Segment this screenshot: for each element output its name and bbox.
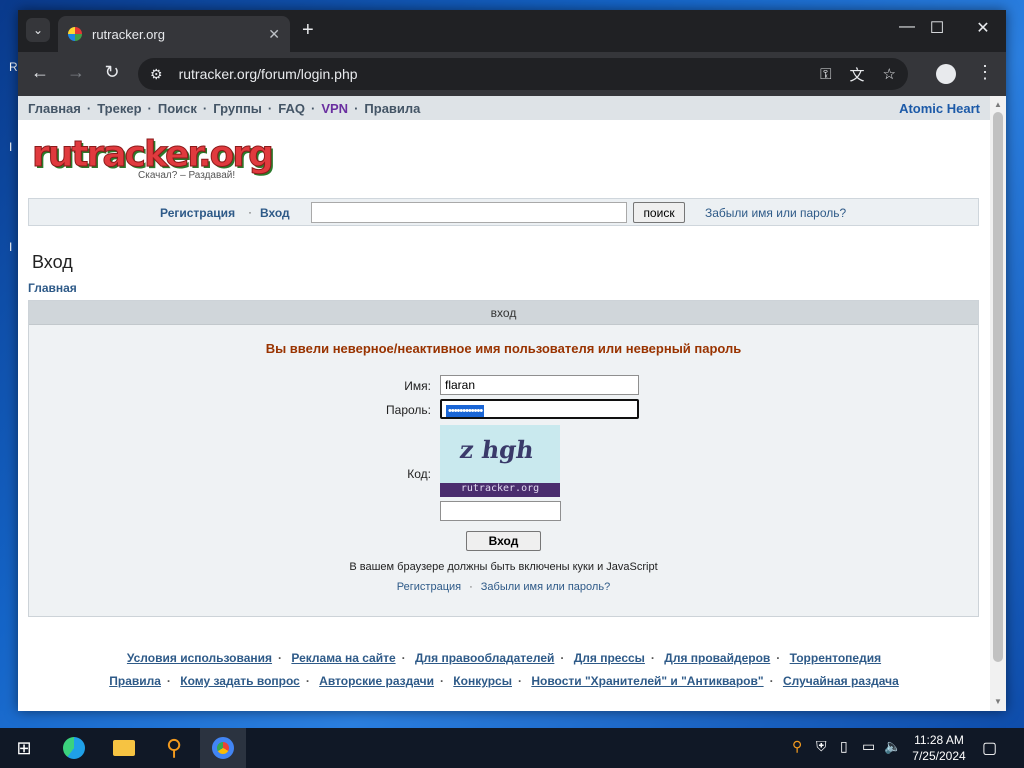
back-icon[interactable]: ← xyxy=(28,62,52,83)
browser-toolbar: ← → ↻ ⚙ rutracker.org/forum/login.php ⚿ … xyxy=(18,52,1006,96)
username-label: Имя: xyxy=(404,379,431,393)
footer-link[interactable]: Реклама на сайте xyxy=(291,651,395,665)
taskbar: ⊞ ⚲ ⚲ ⛨ ▯ ▭ 🔈 11:28 AM 7/25/2024 ▢ xyxy=(0,728,1024,768)
page-scrollbar[interactable]: ▲ ▼ xyxy=(990,96,1006,711)
username-field[interactable]: flaran xyxy=(440,375,639,395)
edge-icon[interactable] xyxy=(60,734,88,762)
favicon-icon xyxy=(68,27,82,41)
footer-link[interactable]: Случайная раздача xyxy=(783,674,899,688)
scroll-thumb[interactable] xyxy=(993,112,1003,662)
register-link[interactable]: Регистрация xyxy=(160,206,235,220)
footer-row-2: Правила · Кому задать вопрос · Авторские р… xyxy=(109,674,899,688)
tab-search-icon[interactable]: ⌄ xyxy=(26,18,50,42)
address-bar[interactable]: ⚙ rutracker.org/forum/login.php ⚿ 文 ☆ xyxy=(138,58,908,90)
desktop-glyph: I xyxy=(9,240,13,254)
volume-icon[interactable]: 🔈 xyxy=(884,738,901,755)
search-tray-icon[interactable]: ⚲ xyxy=(792,738,802,755)
cookies-note: В вашем браузере должны быть включены ку… xyxy=(349,561,658,573)
menu-icon[interactable]: ⋮ xyxy=(976,62,994,83)
nav-groups[interactable]: Группы xyxy=(213,101,262,116)
register-link[interactable]: Регистрация xyxy=(397,581,461,593)
nav-atomic-heart[interactable]: Atomic Heart xyxy=(899,101,980,116)
footer-row-1: Условия использования · Реклама на сайте ·… xyxy=(126,651,882,665)
top-navigation: Главная · Трекер · Поиск · Группы · FAQ · VPN… xyxy=(18,96,990,120)
separator: · xyxy=(248,205,252,219)
nav-search[interactable]: Поиск xyxy=(158,101,197,116)
breadcrumb[interactable]: Главная xyxy=(28,281,77,295)
site-logo[interactable]: rutracker.org Скачал? – Раздавай! xyxy=(32,134,275,184)
login-bottom-links: Регистрация · Забыли имя или пароль? xyxy=(396,581,611,593)
network-icon[interactable]: ▭ xyxy=(862,738,875,755)
page-content: Главная · Трекер · Поиск · Группы · FAQ · VPN… xyxy=(18,96,1006,711)
captcha-image: z hgh rutracker.org xyxy=(440,425,560,497)
code-label: Код: xyxy=(407,467,431,481)
maximize-icon[interactable]: ☐ xyxy=(922,18,952,38)
nav-vpn[interactable]: VPN xyxy=(321,101,348,116)
nav-tracker[interactable]: Трекер xyxy=(97,101,141,116)
file-explorer-icon[interactable] xyxy=(110,734,138,762)
footer-link[interactable]: Авторские раздачи xyxy=(319,674,434,688)
footer-link[interactable]: Условия использования xyxy=(127,651,272,665)
search-button[interactable]: поиск xyxy=(633,202,685,223)
translate-icon[interactable]: 文 xyxy=(850,64,865,85)
forward-icon[interactable]: → xyxy=(64,62,88,83)
url-text[interactable]: rutracker.org/forum/login.php xyxy=(179,66,803,82)
search-app-icon[interactable]: ⚲ xyxy=(160,734,188,762)
clock-time: 11:28 AM xyxy=(914,733,964,747)
browser-tab[interactable]: rutracker.org ✕ xyxy=(58,16,290,52)
tab-title: rutracker.org xyxy=(92,26,165,42)
page-title: Вход xyxy=(32,252,73,272)
usb-icon[interactable]: ▯ xyxy=(840,738,848,755)
nav-faq[interactable]: FAQ xyxy=(278,101,305,116)
logo-text: rutracker.org xyxy=(32,134,275,176)
login-link[interactable]: Вход xyxy=(260,206,290,220)
footer-link[interactable]: Торрентопедия xyxy=(790,651,881,665)
close-icon[interactable]: ✕ xyxy=(268,26,280,43)
desktop-glyph: I xyxy=(9,140,13,154)
footer-link[interactable]: Для правообладателей xyxy=(415,651,554,665)
captcha-site: rutracker.org xyxy=(440,483,560,497)
scroll-up-icon[interactable]: ▲ xyxy=(994,100,1002,109)
chrome-icon[interactable] xyxy=(200,728,246,768)
desktop-glyph: R xyxy=(9,60,18,74)
nav-home[interactable]: Главная xyxy=(28,101,81,116)
new-tab-button[interactable]: + xyxy=(302,20,314,40)
scroll-down-icon[interactable]: ▼ xyxy=(994,697,1002,706)
captcha-text: z hgh xyxy=(457,435,536,464)
forgot-password-link[interactable]: Забыли имя или пароль? xyxy=(481,581,610,593)
password-key-icon[interactable]: ⚿ xyxy=(820,66,831,83)
login-submit-button[interactable]: Вход xyxy=(466,531,541,551)
footer-link[interactable]: Для прессы xyxy=(574,651,645,665)
browser-window: ⌄ rutracker.org ✕ + — ☐ ✕ ← → ↻ ⚙ rutrac… xyxy=(18,10,1006,711)
login-panel-header: вход xyxy=(29,301,978,325)
footer-link[interactable]: Новости "Хранителей" и "Антикваров" xyxy=(531,674,763,688)
site-settings-icon[interactable]: ⚙ xyxy=(150,66,163,83)
error-message: Вы ввели неверное/неактивное имя пользов… xyxy=(265,341,742,356)
clock-date: 7/25/2024 xyxy=(912,749,966,763)
clock[interactable]: 11:28 AM 7/25/2024 xyxy=(904,732,974,764)
logo-slogan: Скачал? – Раздавай! xyxy=(138,170,236,181)
footer-link[interactable]: Для провайдеров xyxy=(664,651,770,665)
footer-link[interactable]: Правила xyxy=(109,674,161,688)
notifications-icon[interactable]: ▢ xyxy=(982,738,997,758)
password-mask: •••••••••••• xyxy=(446,405,485,417)
profile-icon[interactable] xyxy=(936,64,956,84)
search-input[interactable] xyxy=(311,202,627,223)
close-window-icon[interactable]: ✕ xyxy=(968,18,998,38)
reload-icon[interactable]: ↻ xyxy=(100,62,124,83)
security-icon[interactable]: ⛨ xyxy=(816,738,827,755)
start-icon[interactable]: ⊞ xyxy=(10,734,38,762)
captcha-code-input[interactable] xyxy=(440,501,561,521)
footer-link[interactable]: Конкурсы xyxy=(453,674,512,688)
footer-link[interactable]: Кому задать вопрос xyxy=(180,674,300,688)
password-label: Пароль: xyxy=(386,403,431,417)
bookmark-star-icon[interactable]: ☆ xyxy=(883,65,896,83)
login-panel: вход Вы ввели неверное/неактивное имя по… xyxy=(28,300,979,617)
forgot-password-link[interactable]: Забыли имя или пароль? xyxy=(705,206,846,220)
minimize-icon[interactable]: — xyxy=(892,18,922,36)
password-field[interactable]: •••••••••••• xyxy=(440,399,639,419)
search-bar: Регистрация · Вход поиск Забыли имя или … xyxy=(28,198,979,226)
nav-rules[interactable]: Правила xyxy=(364,101,420,116)
tab-strip: ⌄ rutracker.org ✕ + — ☐ ✕ xyxy=(18,10,1006,52)
